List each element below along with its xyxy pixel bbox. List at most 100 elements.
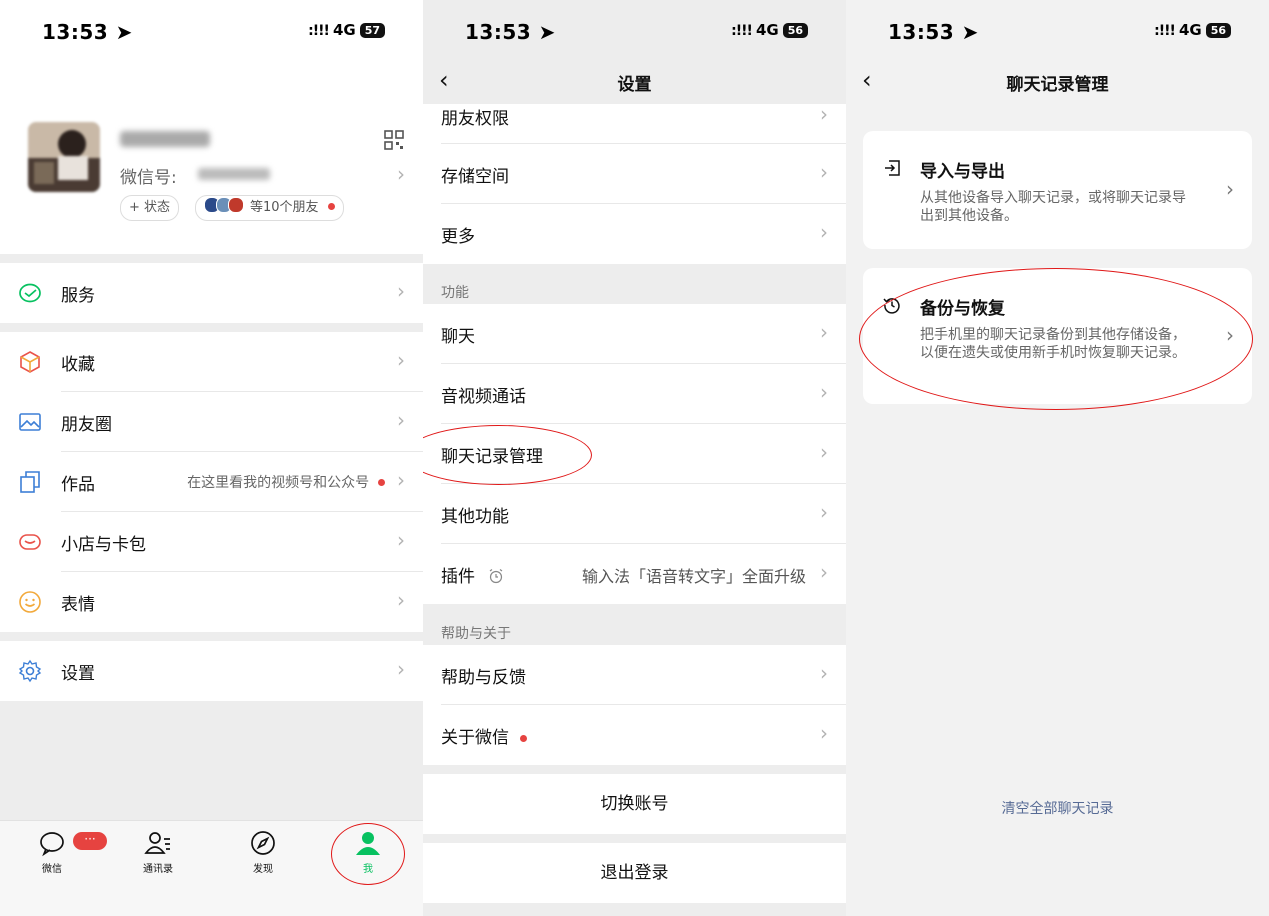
status-network: :!!! 4G 57 (308, 21, 385, 39)
tab-chats[interactable]: 微信 ··· (17, 829, 107, 875)
switch-account-button[interactable]: 切换账号 (423, 774, 846, 834)
me-item-service[interactable]: 服务 › (0, 263, 423, 323)
chevron-right-icon: › (397, 279, 405, 303)
import-export-card[interactable]: 导入与导出 从其他设备导入聊天记录，或将聊天记录导出到其他设备。 › (863, 131, 1252, 249)
settings-item-storage[interactable]: 存储空间 › (423, 144, 846, 204)
settings-screen: 13:53 ➤ :!!! 4G 56 ‹ 设置 朋友权限 › 存储空间 › 更多 ›… (423, 0, 846, 916)
settings-item-label: 其他功能 (441, 507, 509, 527)
settings-item-label: 帮助与反馈 (441, 668, 526, 688)
chevron-right-icon: › (1226, 323, 1234, 347)
nav-bar: ‹ 聊天记录管理 (846, 62, 1269, 104)
logout-button[interactable]: 退出登录 (423, 843, 846, 903)
settings-item-help-feedback[interactable]: 帮助与反馈 › (423, 645, 846, 705)
settings-icon (18, 659, 42, 683)
favorites-icon (20, 351, 40, 373)
battery-icon: 56 (782, 23, 808, 38)
tab-discover[interactable]: 发现 (228, 829, 298, 875)
contacts-icon (144, 832, 170, 854)
unread-dot-icon (327, 203, 335, 210)
status-network: :!!! 4G 56 (731, 21, 808, 39)
chevron-right-icon: › (820, 220, 828, 244)
clear-all-chat-history-link[interactable]: 清空全部聊天记录 (846, 798, 1269, 818)
chevron-right-icon: › (397, 162, 405, 186)
wechat-id-blurred (198, 168, 270, 180)
backup-restore-card[interactable]: 备份与恢复 把手机里的聊天记录备份到其他存储设备，以便在遗失或使用新手机时恢复聊… (863, 268, 1252, 404)
settings-item-more[interactable]: 更多 › (423, 204, 846, 264)
status-time: 13:53 ➤ (465, 20, 556, 44)
me-item-label: 作品 (61, 475, 95, 495)
status-bar: 13:53 ➤ :!!! 4G 56 (846, 18, 1269, 46)
friends-chip-label: 等10个朋友 (250, 200, 319, 215)
section-header-help: 帮助与关于 (441, 626, 511, 642)
profile-card[interactable]: 13:53 ➤ :!!! 4G 57 微信号: › + 状态 等10个朋友 (0, 0, 423, 254)
status-chip[interactable]: + 状态 (120, 195, 180, 221)
nickname-blurred (120, 131, 210, 147)
me-item-stickers[interactable]: 表情 › (0, 572, 423, 632)
settings-item-other-features[interactable]: 其他功能 › (423, 484, 846, 544)
settings-item-chat[interactable]: 聊天 › (423, 304, 846, 364)
section-header-function: 功能 (441, 285, 469, 301)
status-bar: 13:53 ➤ :!!! 4G 56 (423, 18, 846, 46)
import-export-icon (885, 160, 900, 176)
status-time: 13:53 ➤ (42, 20, 133, 44)
me-item-favorites[interactable]: 收藏 › (0, 332, 423, 392)
moments-icon (19, 413, 41, 431)
avatar[interactable] (28, 122, 100, 192)
shop-icon (19, 534, 41, 550)
me-item-moments[interactable]: 朋友圈 › (0, 392, 423, 452)
settings-item-label: 音视频通话 (441, 387, 526, 407)
me-item-label: 表情 (61, 595, 95, 615)
tab-contacts[interactable]: 通讯录 (123, 829, 193, 875)
me-icon (356, 832, 380, 855)
page-title: 聊天记录管理 (1006, 75, 1109, 95)
card-description: 把手机里的聊天记录备份到其他存储设备，以便在遗失或使用新手机时恢复聊天记录。 (920, 327, 1186, 361)
works-icon (20, 471, 40, 493)
qr-code-icon[interactable] (384, 130, 404, 150)
settings-item-calls[interactable]: 音视频通话 › (423, 364, 846, 424)
settings-header: 13:53 ➤ :!!! 4G 56 ‹ 设置 (423, 0, 846, 104)
nav-bar: ‹ 设置 (423, 62, 846, 104)
chat-icon (40, 832, 64, 857)
settings-item-label: 插件 (441, 562, 504, 587)
battery-icon: 57 (359, 23, 385, 38)
unread-dot-icon (520, 735, 528, 742)
settings-item-friend-permissions[interactable]: 朋友权限 › (423, 102, 846, 144)
chevron-right-icon: › (820, 500, 828, 524)
me-item-label: 收藏 (61, 355, 95, 375)
wechat-id-label: 微信号: (120, 168, 177, 188)
card-description: 从其他设备导入聊天记录，或将聊天记录导出到其他设备。 (920, 190, 1186, 224)
settings-item-plugins[interactable]: 插件 输入法「语音转文字」全面升级 › (423, 544, 846, 604)
tab-me[interactable]: 我 (333, 829, 403, 875)
me-item-label: 朋友圈 (61, 415, 112, 435)
me-screen: 13:53 ➤ :!!! 4G 57 微信号: › + 状态 等10个朋友 服务 ›… (0, 0, 423, 916)
card-title: 导入与导出 (920, 162, 1005, 182)
tab-label: 通讯录 (143, 864, 173, 875)
chat-history-management-screen: 13:53 ➤ :!!! 4G 56 ‹ 聊天记录管理 导入与导出 从其他设备导入聊… (846, 0, 1269, 916)
settings-item-label: 更多 (441, 227, 475, 247)
status-network: :!!! 4G 56 (1154, 21, 1231, 39)
me-item-label: 小店与卡包 (61, 535, 146, 555)
status-time: 13:53 ➤ (888, 20, 979, 44)
plugin-hint: 输入法「语音转文字」全面升级 (581, 567, 806, 586)
alarm-icon (490, 569, 503, 584)
settings-item-about[interactable]: 关于微信 › (423, 705, 846, 765)
service-icon (19, 283, 41, 303)
settings-item-label: 聊天记录管理 (441, 447, 543, 467)
tab-label: 微信 (42, 864, 62, 875)
me-item-settings[interactable]: 设置 › (0, 641, 423, 701)
me-item-shop[interactable]: 小店与卡包 › (0, 512, 423, 572)
friend-avatar-icon (228, 197, 244, 213)
chevron-right-icon: › (397, 528, 405, 552)
chevron-right-icon: › (820, 661, 828, 685)
discover-icon (251, 831, 275, 855)
chevron-right-icon: › (397, 588, 405, 612)
settings-item-chat-history-management[interactable]: 聊天记录管理 › (423, 424, 846, 484)
chevron-right-icon: › (820, 560, 828, 584)
chevron-right-icon: › (397, 657, 405, 681)
chevron-right-icon: › (820, 380, 828, 404)
works-hint: 在这里看我的视频号和公众号 (187, 472, 385, 492)
me-item-works[interactable]: 作品 在这里看我的视频号和公众号 › (0, 452, 423, 512)
friends-status-chip[interactable]: 等10个朋友 (195, 195, 344, 221)
chevron-right-icon: › (397, 348, 405, 372)
chevron-right-icon: › (820, 320, 828, 344)
